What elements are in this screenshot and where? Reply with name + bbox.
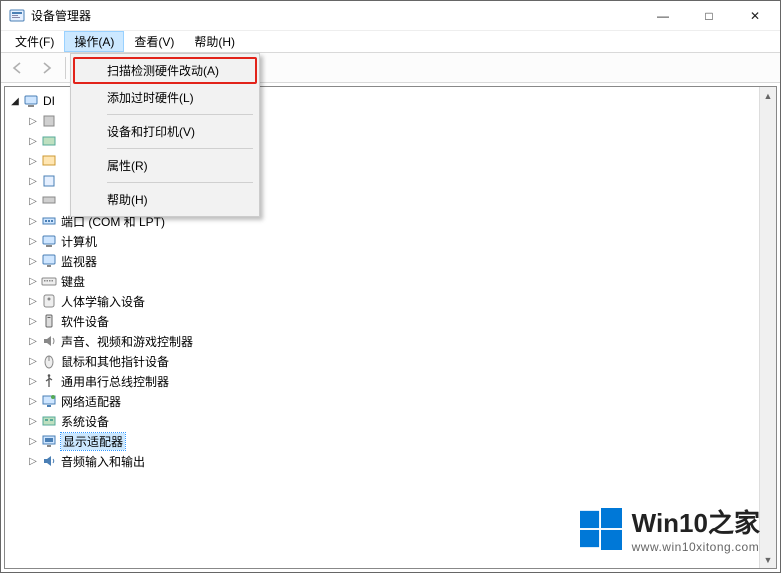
network-icon (41, 393, 57, 409)
expand-icon[interactable]: ▷ (27, 335, 39, 347)
expand-icon[interactable]: ▷ (27, 395, 39, 407)
expand-icon[interactable]: ▷ (27, 255, 39, 267)
computer-icon (41, 233, 57, 249)
expand-icon[interactable]: ▷ (27, 135, 39, 147)
menu-separator (107, 182, 253, 183)
close-button[interactable]: ✕ (732, 1, 778, 31)
software-icon (41, 313, 57, 329)
tree-node-label: 监视器 (61, 253, 97, 270)
expand-icon[interactable]: ▷ (27, 235, 39, 247)
sound-icon (41, 333, 57, 349)
device-icon (41, 153, 57, 169)
menu-view[interactable]: 查看(V) (124, 31, 184, 52)
keyboard-icon (41, 273, 57, 289)
tree-node[interactable]: ▷ 声音、视频和游戏控制器 (9, 331, 776, 351)
expand-icon[interactable]: ▷ (27, 435, 39, 447)
device-icon (41, 193, 57, 209)
device-icon (41, 173, 57, 189)
watermark-suffix: 之家 (708, 508, 760, 538)
tree-root-label: DI (43, 94, 55, 108)
minimize-button[interactable]: — (640, 1, 686, 31)
expand-icon[interactable]: ▷ (27, 115, 39, 127)
tree-node[interactable]: ▷ 音频输入和输出 (9, 451, 776, 471)
scrollbar[interactable]: ▲ ▼ (759, 87, 776, 568)
tree-node-label: 音频输入和输出 (61, 453, 145, 470)
expand-icon[interactable]: ▷ (27, 215, 39, 227)
tree-node[interactable]: ▷ 通用串行总线控制器 (9, 371, 776, 391)
tree-node-label: 显示适配器 (61, 433, 125, 450)
expand-icon[interactable]: ▷ (27, 455, 39, 467)
watermark: Win10之家 www.win10xitong.com (580, 503, 760, 554)
forward-button[interactable] (33, 56, 59, 80)
menu-separator (107, 114, 253, 115)
menu-devices-printers[interactable]: 设备和打印机(V) (73, 118, 257, 145)
tree-node[interactable]: ▷ 软件设备 (9, 311, 776, 331)
action-menu-dropdown: 扫描检测硬件改动(A) 添加过时硬件(L) 设备和打印机(V) 属性(R) 帮助… (70, 53, 260, 217)
expand-icon[interactable]: ▷ (27, 415, 39, 427)
tree-node-label: 人体学输入设备 (61, 293, 145, 310)
port-icon (41, 213, 57, 229)
hid-icon (41, 293, 57, 309)
tree-node[interactable]: ▷ 系统设备 (9, 411, 776, 431)
display-icon (41, 433, 57, 449)
tree-node[interactable]: ▷ 人体学输入设备 (9, 291, 776, 311)
watermark-text: Win10之家 www.win10xitong.com (632, 503, 760, 554)
expand-icon[interactable]: ▷ (27, 355, 39, 367)
expand-icon[interactable]: ▷ (27, 195, 39, 207)
tree-node[interactable]: ▷ 计算机 (9, 231, 776, 251)
audio-icon (41, 453, 57, 469)
app-icon (9, 8, 25, 24)
windows-logo-icon (580, 508, 622, 550)
tree-node-label: 计算机 (61, 233, 97, 250)
tree-node-label: 声音、视频和游戏控制器 (61, 333, 193, 350)
menu-scan-hardware[interactable]: 扫描检测硬件改动(A) (73, 57, 257, 84)
tree-node[interactable]: ▷ 监视器 (9, 251, 776, 271)
tree-node-label: 系统设备 (61, 413, 109, 430)
expand-icon[interactable]: ▷ (27, 175, 39, 187)
expand-icon[interactable]: ▷ (27, 275, 39, 287)
computer-icon (23, 93, 39, 109)
back-button[interactable] (5, 56, 31, 80)
tree-node[interactable]: ▷ 鼠标和其他指针设备 (9, 351, 776, 371)
menu-add-legacy-hardware[interactable]: 添加过时硬件(L) (73, 84, 257, 111)
tree-node[interactable]: ▷ 键盘 (9, 271, 776, 291)
tree-node-label: 网络适配器 (61, 393, 121, 410)
menu-bar: 文件(F) 操作(A) 查看(V) 帮助(H) (1, 31, 780, 53)
watermark-url: www.win10xitong.com (632, 540, 760, 554)
tree-node-label: 通用串行总线控制器 (61, 373, 169, 390)
menu-file[interactable]: 文件(F) (5, 31, 64, 52)
maximize-button[interactable]: □ (686, 1, 732, 31)
window-title: 设备管理器 (31, 7, 640, 24)
system-icon (41, 413, 57, 429)
expand-icon[interactable]: ▷ (27, 155, 39, 167)
mouse-icon (41, 353, 57, 369)
scroll-down-icon[interactable]: ▼ (760, 551, 776, 568)
menu-properties[interactable]: 属性(R) (73, 152, 257, 179)
device-icon (41, 113, 57, 129)
usb-icon (41, 373, 57, 389)
expand-icon[interactable]: ▷ (27, 315, 39, 327)
tree-node[interactable]: ▷ 显示适配器 (9, 431, 776, 451)
expand-icon[interactable]: ▷ (27, 295, 39, 307)
menu-help[interactable]: 帮助(H) (184, 31, 245, 52)
expand-icon[interactable]: ◢ (9, 95, 21, 107)
device-icon (41, 133, 57, 149)
expand-icon[interactable]: ▷ (27, 375, 39, 387)
tree-node-label: 键盘 (61, 273, 85, 290)
monitor-icon (41, 253, 57, 269)
watermark-brand: Win10 (632, 508, 708, 538)
tree-node-label: 鼠标和其他指针设备 (61, 353, 169, 370)
tree-node-label: 软件设备 (61, 313, 109, 330)
menu-help[interactable]: 帮助(H) (73, 186, 257, 213)
window-controls: — □ ✕ (640, 1, 778, 31)
title-bar: 设备管理器 — □ ✕ (1, 1, 780, 31)
scroll-up-icon[interactable]: ▲ (760, 87, 776, 104)
menu-separator (107, 148, 253, 149)
tree-node[interactable]: ▷ 网络适配器 (9, 391, 776, 411)
toolbar-separator (65, 57, 66, 79)
menu-action[interactable]: 操作(A) (64, 31, 124, 52)
